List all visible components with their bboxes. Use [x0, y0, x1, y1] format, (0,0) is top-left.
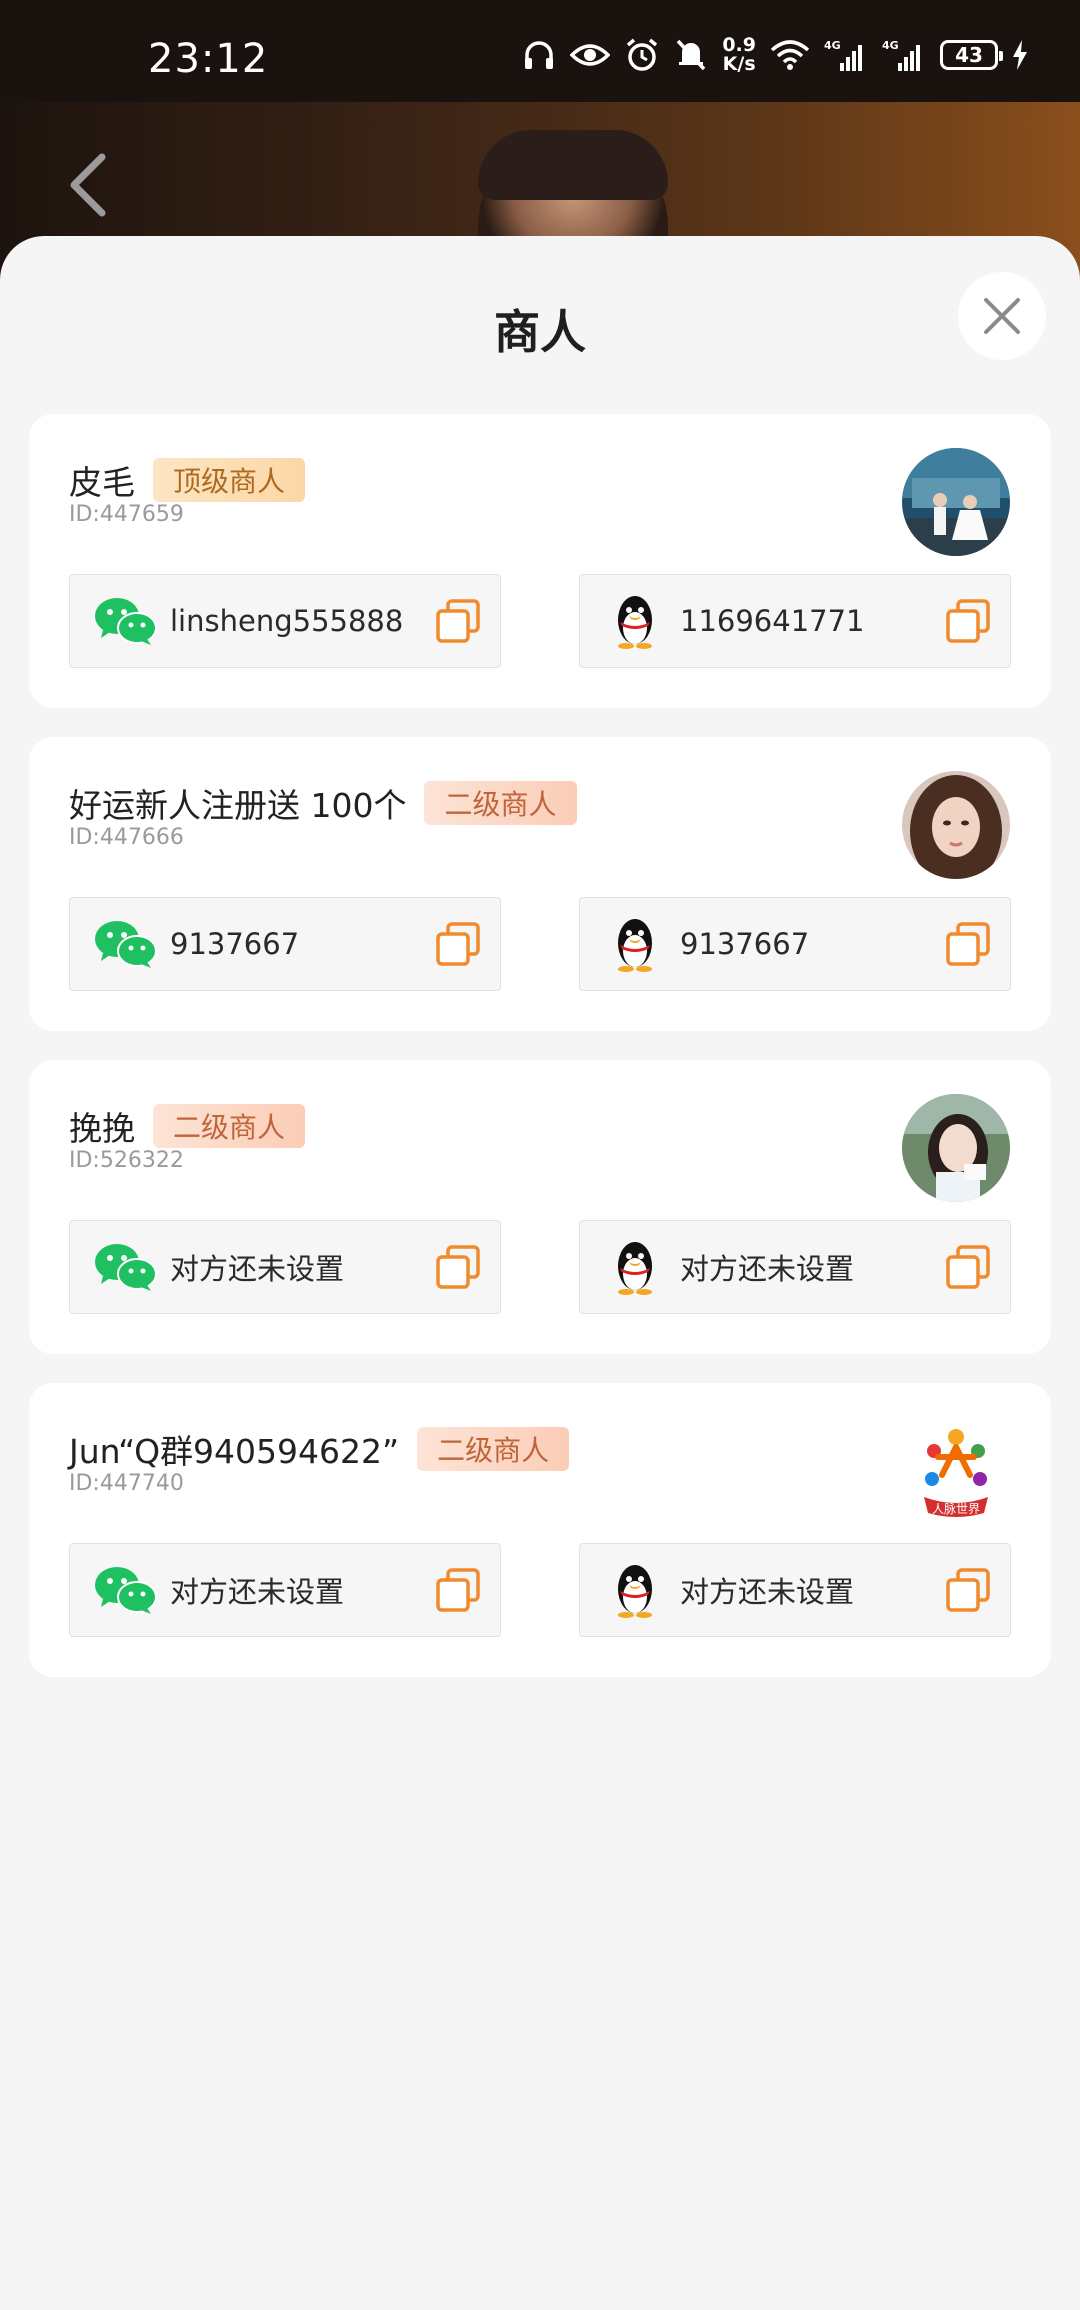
qq-contact[interactable]: 1169641771: [579, 574, 1011, 668]
signal-icon-2: 4G: [882, 37, 926, 73]
copy-icon[interactable]: [434, 597, 482, 645]
battery-indicator: 43: [940, 40, 1003, 70]
qq-contact[interactable]: 对方还未设置: [579, 1543, 1011, 1637]
merchant-id: ID:447740: [69, 1471, 184, 1496]
qq-penguin-icon: [600, 914, 670, 974]
network-speed: 0.9 K/s: [722, 34, 756, 75]
svg-text:4G: 4G: [824, 39, 841, 52]
qq-number: 9137667: [680, 927, 810, 961]
merchant-name: 挽挽: [69, 1109, 135, 1148]
close-icon: [984, 298, 1020, 334]
wechat-contact[interactable]: 对方还未设置: [69, 1543, 501, 1637]
merchant-header: 好运新人注册送 100个 二级商人: [69, 779, 577, 827]
qq-penguin-icon: [600, 591, 670, 651]
qq-penguin-icon: [600, 1560, 670, 1620]
wifi-icon: [770, 38, 810, 72]
svg-text:人脉世界: 人脉世界: [932, 1501, 980, 1516]
wechat-id: linsheng555888: [170, 604, 404, 638]
headphones-icon: [522, 38, 556, 72]
merchant-card: Jun“Q群940594622” 二级商人 ID:447740 人脉世界 对方还…: [29, 1383, 1051, 1677]
copy-icon[interactable]: [434, 1243, 482, 1291]
avatar[interactable]: [902, 771, 1010, 879]
wechat-icon: [90, 1560, 160, 1620]
wechat-icon: [90, 591, 160, 651]
alarm-icon: [624, 37, 660, 73]
merchant-level-badge: 二级商人: [424, 781, 577, 825]
wechat-icon: [90, 1237, 160, 1297]
merchant-id: ID:447666: [69, 825, 184, 850]
avatar[interactable]: 人脉世界: [902, 1417, 1010, 1525]
merchant-name: 皮毛: [69, 463, 135, 502]
merchant-name: 好运新人注册送 100个: [69, 786, 407, 825]
copy-icon[interactable]: [434, 1566, 482, 1614]
merchant-id: ID:526322: [69, 1148, 184, 1173]
qq-number: 1169641771: [680, 604, 865, 638]
qq-contact[interactable]: 对方还未设置: [579, 1220, 1011, 1314]
merchant-header: 皮毛 顶级商人: [69, 456, 306, 504]
status-icons: 0.9 K/s 4G 4G 43: [522, 34, 1028, 76]
eye-icon: [570, 40, 611, 70]
wechat-id: 对方还未设置: [170, 1575, 345, 1609]
qq-contact[interactable]: 9137667: [579, 897, 1011, 991]
merchant-card: 好运新人注册送 100个 二级商人 ID:447666 9137667 9137…: [29, 737, 1051, 1031]
sheet-title: 商人: [494, 305, 586, 359]
merchant-card: 皮毛 顶级商人 ID:447659 linsheng555888 1169641…: [29, 414, 1051, 708]
chevron-left-icon: [70, 153, 106, 217]
wechat-id: 9137667: [170, 927, 300, 961]
avatar[interactable]: [902, 1094, 1010, 1202]
wechat-contact[interactable]: 9137667: [69, 897, 501, 991]
merchant-id: ID:447659: [69, 502, 184, 527]
back-button[interactable]: [58, 150, 118, 220]
wechat-contact[interactable]: linsheng555888: [69, 574, 501, 668]
copy-icon[interactable]: [944, 1243, 992, 1291]
merchant-card: 挽挽 二级商人 ID:526322 对方还未设置 对方还未设置: [29, 1060, 1051, 1354]
close-button[interactable]: [958, 272, 1046, 360]
merchant-list: 皮毛 顶级商人 ID:447659 linsheng555888 1169641…: [29, 414, 1051, 1706]
merchant-name: Jun“Q群940594622”: [69, 1432, 400, 1471]
mute-bell-icon: [674, 37, 708, 73]
charging-icon: [1012, 40, 1028, 70]
qq-penguin-icon: [600, 1237, 670, 1297]
signal-icon-1: 4G: [824, 37, 868, 73]
wechat-id: 对方还未设置: [170, 1252, 345, 1286]
merchant-level-badge: 顶级商人: [153, 458, 306, 502]
copy-icon[interactable]: [944, 1566, 992, 1614]
profile-avatar-hair: [478, 130, 668, 200]
merchants-sheet: 商人 皮毛 顶级商人 ID:447659 linsheng555888 1169…: [0, 236, 1080, 2310]
status-bar: 23:12 0.9 K/s 4G 4G 43: [0, 0, 1080, 102]
merchant-header: Jun“Q群940594622” 二级商人: [69, 1425, 570, 1473]
wechat-contact[interactable]: 对方还未设置: [69, 1220, 501, 1314]
svg-text:4G: 4G: [882, 39, 899, 52]
merchant-level-badge: 二级商人: [153, 1104, 306, 1148]
copy-icon[interactable]: [944, 920, 992, 968]
avatar[interactable]: [902, 448, 1010, 556]
qq-number: 对方还未设置: [680, 1575, 855, 1609]
copy-icon[interactable]: [434, 920, 482, 968]
merchant-level-badge: 二级商人: [417, 1427, 570, 1471]
copy-icon[interactable]: [944, 597, 992, 645]
merchant-header: 挽挽 二级商人: [69, 1102, 306, 1150]
status-time: 23:12: [148, 36, 269, 82]
wechat-icon: [90, 914, 160, 974]
qq-number: 对方还未设置: [680, 1252, 855, 1286]
